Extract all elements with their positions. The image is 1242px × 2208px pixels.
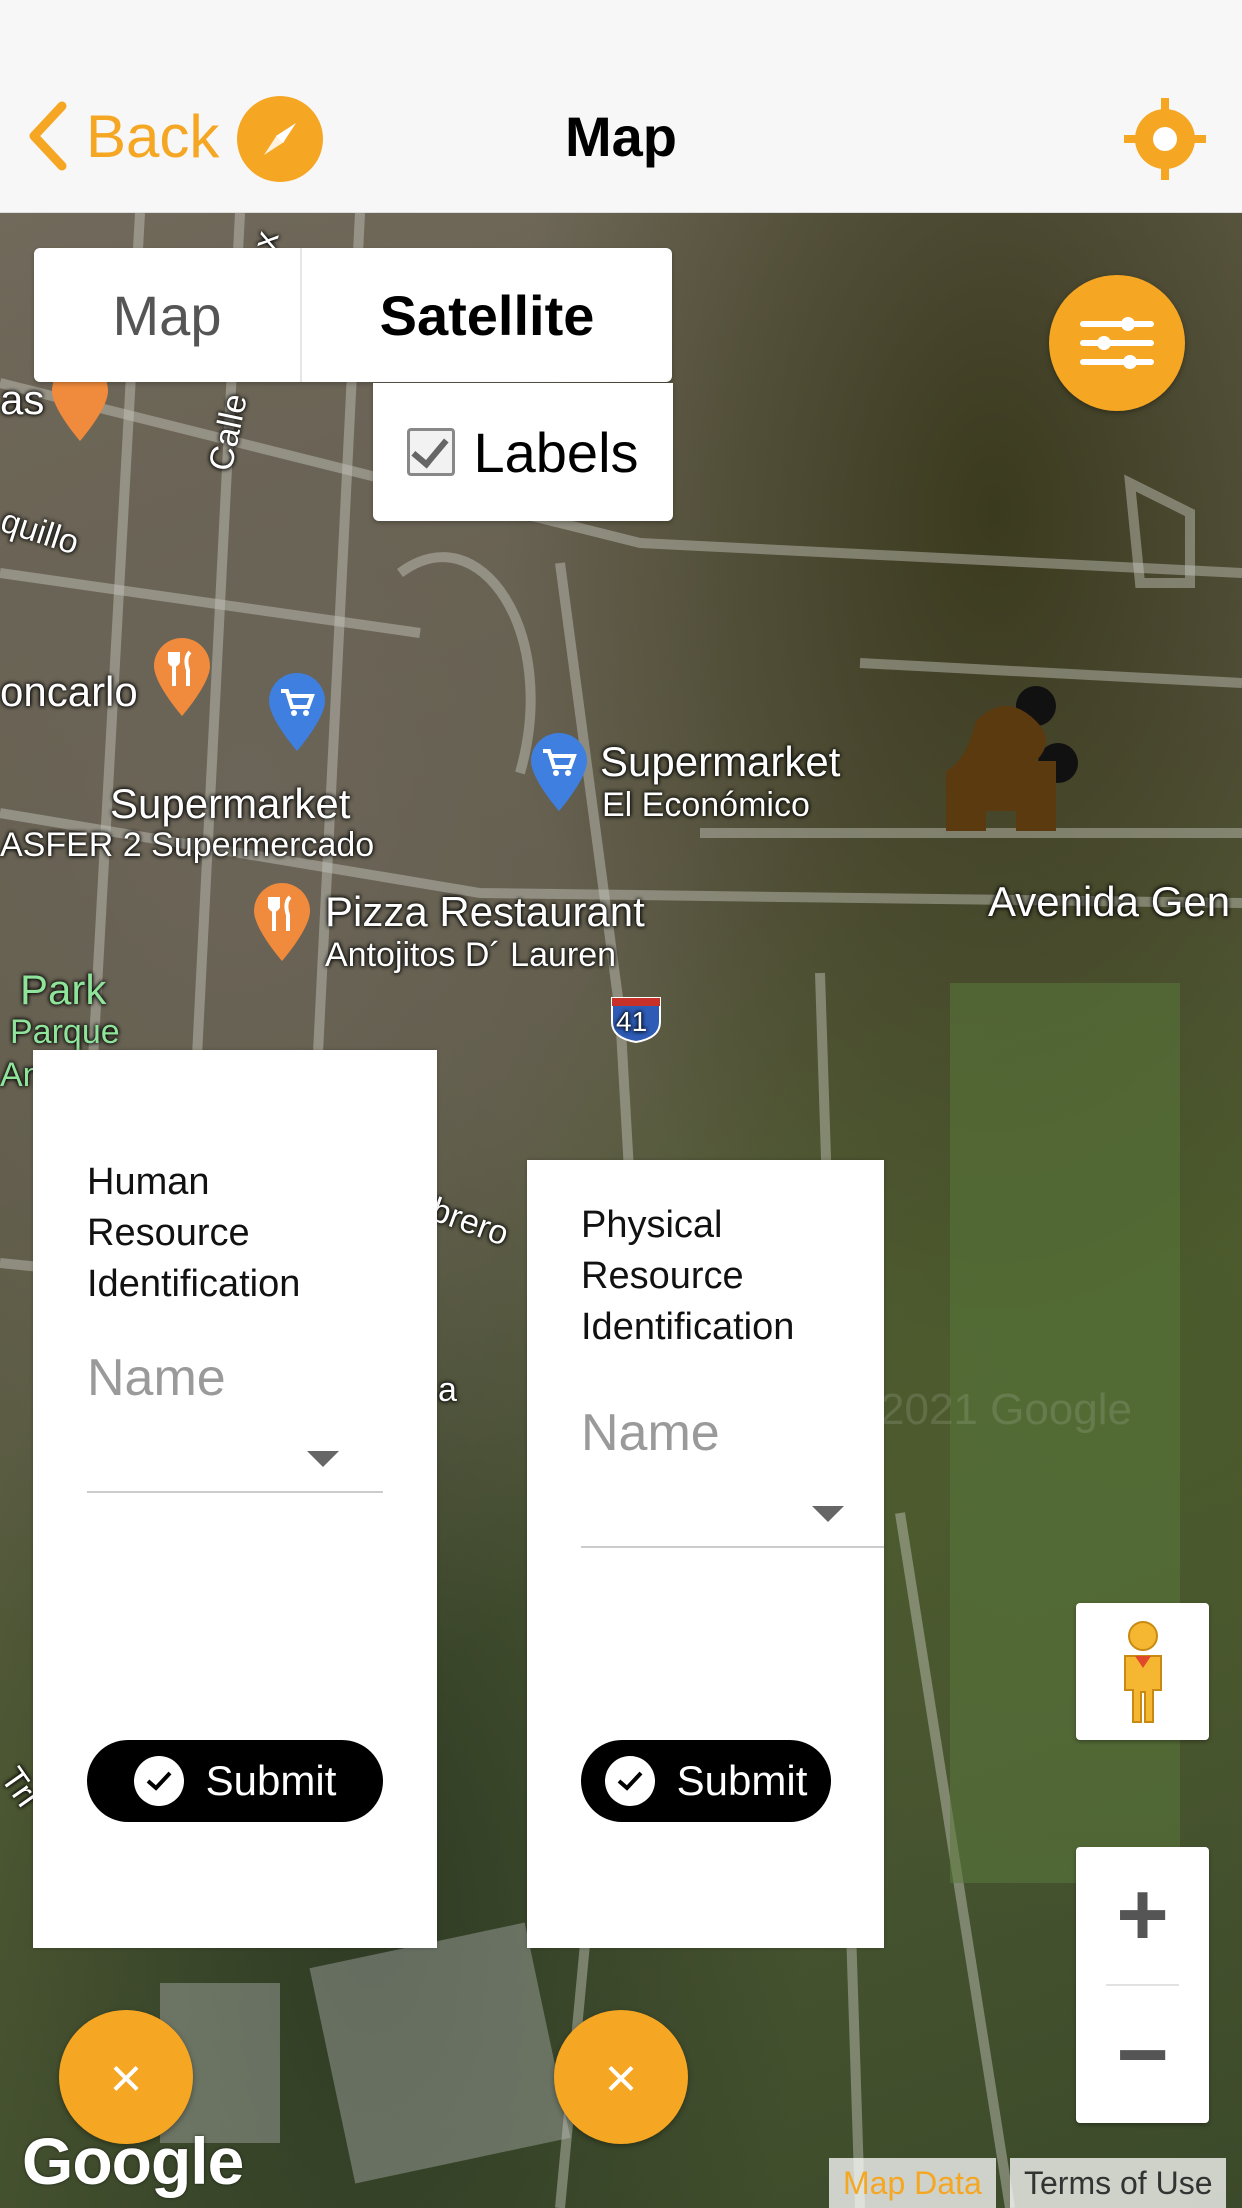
map-label-supermarket-1: Supermarket [600,738,841,785]
human-submit-label: Submit [205,1757,337,1804]
labels-label: Labels [473,420,639,484]
labels-checkbox[interactable] [407,428,456,476]
check-circle-icon [604,1756,655,1806]
sliders-icon [1080,317,1154,369]
map-type-control: Map Satellite [34,248,672,382]
human-card-title-line: Resource [87,1212,250,1254]
zoom-divider [1106,1984,1179,1986]
close-human-card-button[interactable]: × [59,2010,193,2144]
zoom-control: + − [1076,1847,1209,2123]
chevron-down-icon [812,1506,844,1522]
supermarket-pin-icon[interactable] [265,673,329,753]
human-card-title-line: Identification [87,1263,301,1305]
physical-name-select[interactable] [581,1476,884,1548]
physical-card-title: Physical Resource Identification [581,1200,794,1353]
physical-submit-button[interactable]: Submit [581,1740,831,1822]
pegman-icon [1123,1620,1162,1723]
physical-submit-label: Submit [676,1757,808,1804]
map-type-map[interactable]: Map [34,248,302,382]
physical-card-title-line: Resource [581,1255,744,1297]
physical-card-title-line: Physical [581,1204,723,1246]
map-label-pizza: Pizza Restaurant [325,888,645,935]
close-physical-card-button[interactable]: × [554,2010,688,2144]
zoom-out-button[interactable]: − [1076,1987,1209,2123]
map-label-pizza-sub: Antojitos D´ Lauren [325,936,617,974]
map-label-highway: 41 [616,1006,648,1037]
human-card-title: Human Resource Identification [87,1157,300,1310]
filter-button[interactable] [1049,275,1185,411]
restaurant-pin-icon[interactable] [250,883,314,963]
labels-toggle[interactable]: Labels [373,383,673,521]
close-icon: × [604,2045,638,2109]
map-label-as: as [0,376,45,423]
map-type-satellite[interactable]: Satellite [302,248,672,382]
terms-of-use-link[interactable]: Terms of Use [1010,2158,1227,2208]
physical-card-title-line: Identification [581,1306,795,1348]
zoom-in-button[interactable]: + [1076,1847,1209,1983]
chevron-down-icon [307,1451,339,1467]
close-icon: × [109,2045,143,2109]
map-label-a: a [438,1371,457,1409]
map-label-supermarket-2: Supermarket [110,780,351,827]
page-title: Map [565,105,677,168]
human-name-label: Name [87,1349,226,1407]
human-name-select[interactable] [87,1421,383,1493]
map-label-park-sub: Parque [10,1013,120,1051]
human-resource-card: Human Resource Identification Name Submi… [33,1050,437,1948]
nav-bar: Back Map [0,0,1242,213]
human-card-title-line: Human [87,1161,210,1203]
physical-name-label: Name [581,1404,720,1462]
map-watermark: 2021 Google [880,1385,1132,1434]
restaurant-pin-icon[interactable] [150,638,214,718]
check-circle-icon [133,1756,184,1806]
map-label-supermarket-1-sub: El Económico [602,786,810,824]
street-view-button[interactable] [1076,1603,1209,1740]
human-resource-marker-icon[interactable] [936,681,1086,851]
supermarket-pin-icon[interactable] [527,733,591,813]
physical-resource-card: Physical Resource Identification Name Su… [527,1160,884,1948]
map-label-oncarlo: oncarlo [0,668,138,715]
locate-icon[interactable] [1122,96,1208,182]
map-data-link[interactable]: Map Data [829,2158,996,2208]
map-label-supermarket-2-sub: ASFER 2 Supermercado [0,826,375,864]
map-label-avenida: Avenida Gen [988,878,1231,925]
human-submit-button[interactable]: Submit [87,1740,383,1822]
satellite-map[interactable]: Map Satellite Labels as Calle quillo x o… [0,213,1242,2208]
map-label-park: Park [20,966,107,1013]
